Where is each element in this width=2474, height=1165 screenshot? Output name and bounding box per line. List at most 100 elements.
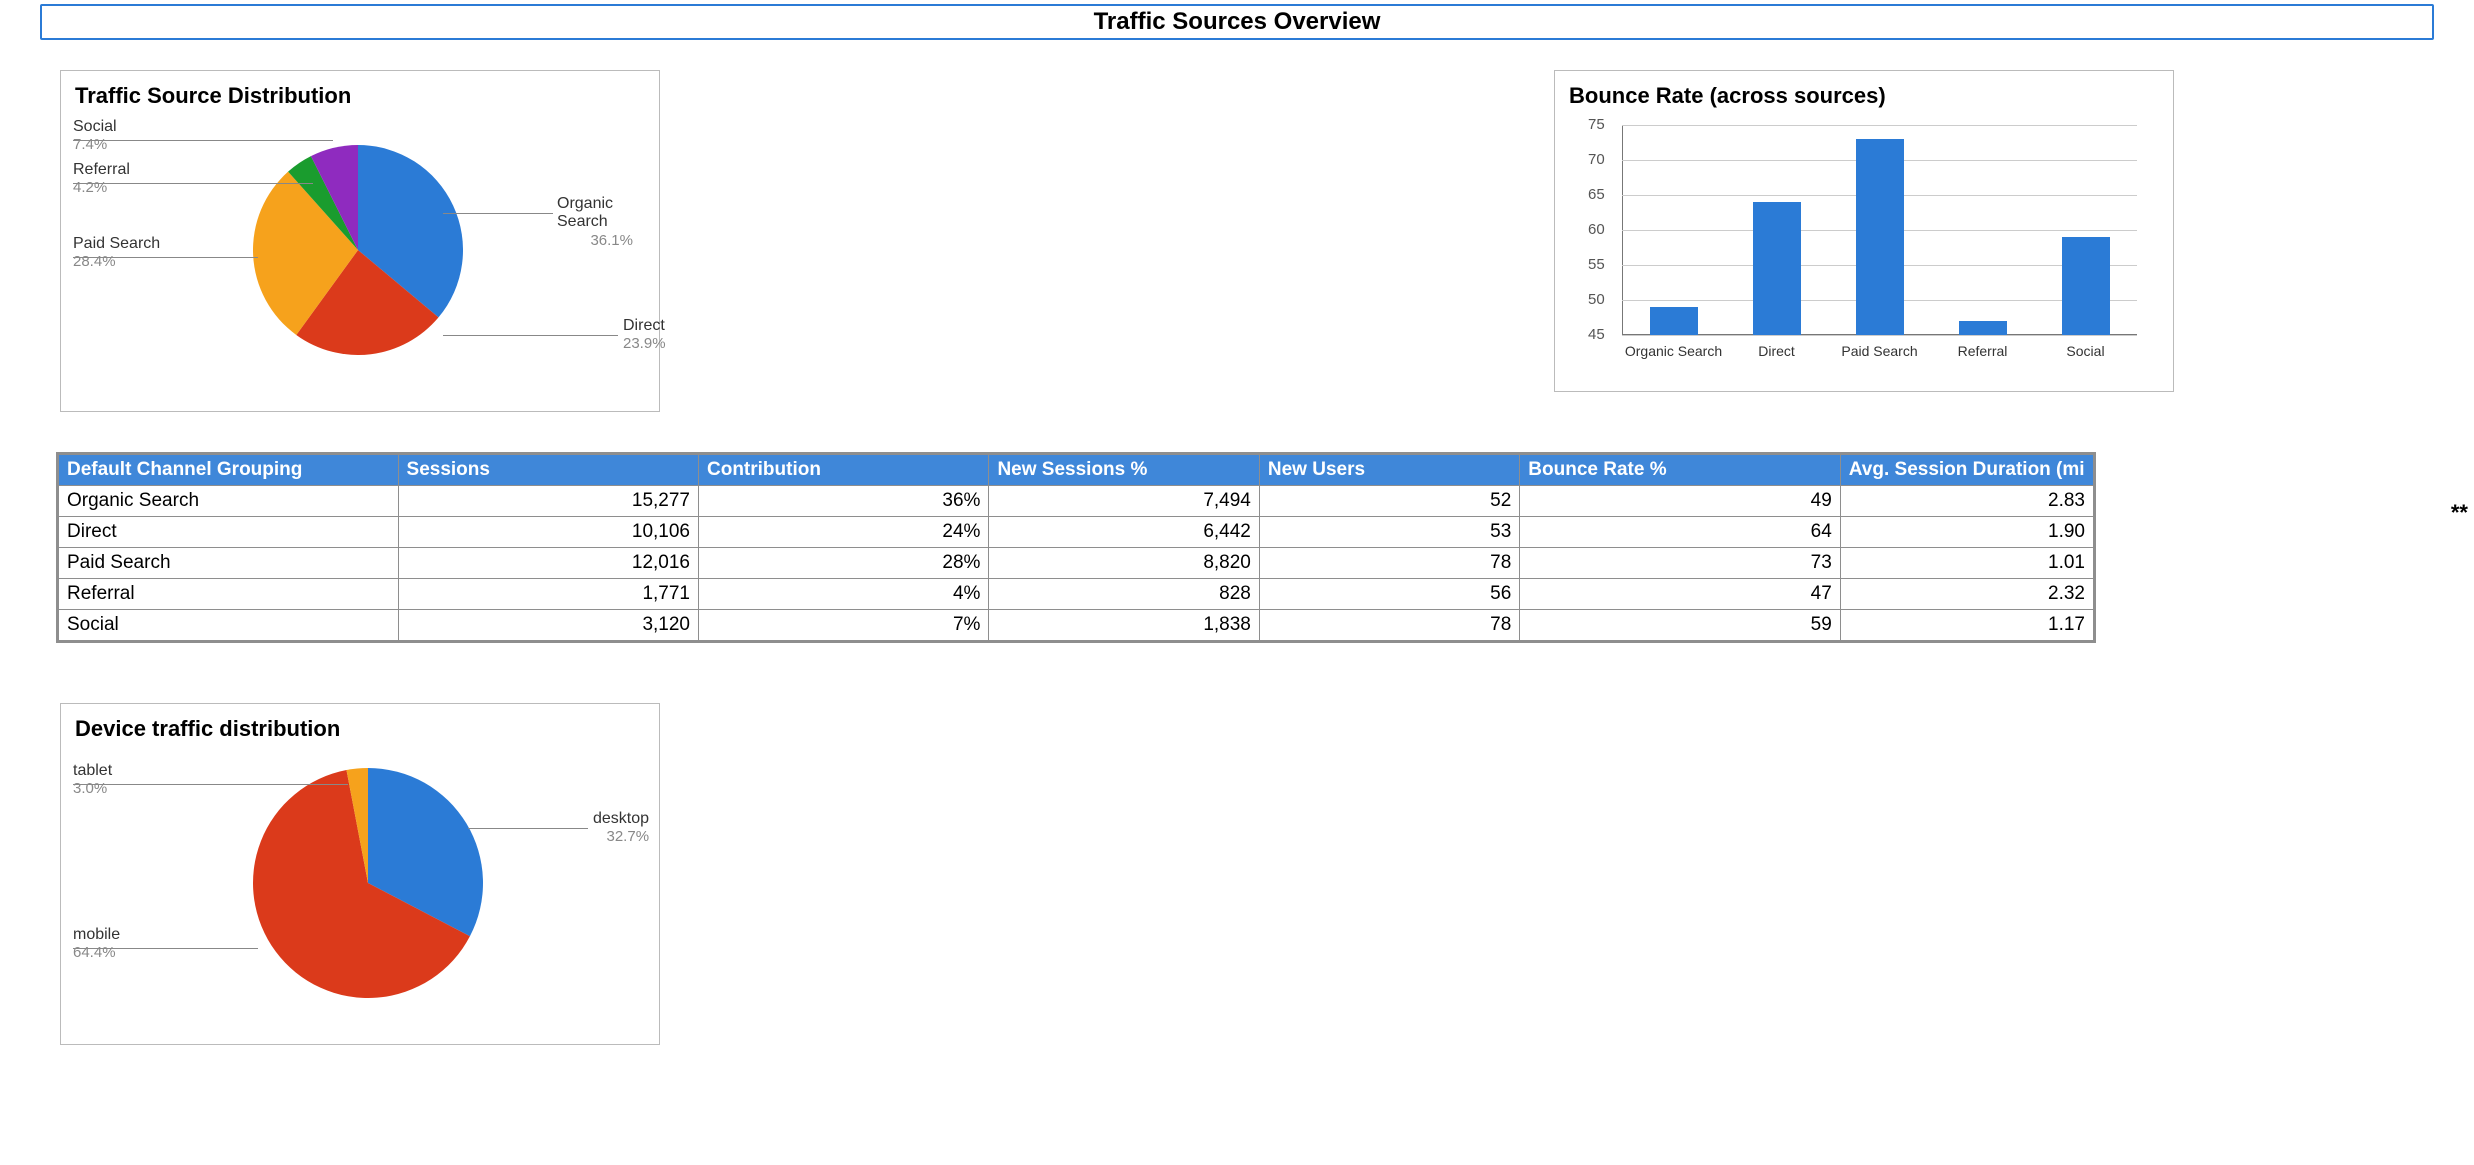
table-cell: 2.32 [1840,579,2094,610]
table-cell: 59 [1520,610,1841,642]
y-tick-label: 70 [1588,151,1605,168]
table-header-cell: Avg. Session Duration (mi [1840,454,2094,486]
table-header-cell: Sessions [398,454,698,486]
y-tick-label: 45 [1588,326,1605,343]
table-cell: 7,494 [989,486,1259,517]
table-cell: 1.01 [1840,548,2094,579]
bounce-rate-bar-chart: 45505560657075Organic SearchDirectPaid S… [1567,115,2147,375]
table-cell: 36% [699,486,989,517]
table-cell: 4% [699,579,989,610]
table-cell: 47 [1520,579,1841,610]
table-header-cell: New Users [1259,454,1519,486]
side-asterisks: ** [2451,500,2468,526]
gridline [1622,125,2137,126]
table-row: Organic Search15,27736%7,49452492.83 [58,486,2095,517]
pie-slice-name: Social [73,118,117,135]
bar [1753,202,1801,335]
pie-label-mobile: mobile 64.4% [73,926,120,963]
bounce-rate-bar-card: Bounce Rate (across sources) 45505560657… [1554,70,2174,392]
table-cell: 2.83 [1840,486,2094,517]
y-tick-label: 60 [1588,221,1605,238]
pie-slice-pct: 64.4% [73,944,116,961]
table-header-cell: Bounce Rate % [1520,454,1841,486]
table-row: Direct10,10624%6,44253641.90 [58,517,2095,548]
traffic-source-pie: Organic Search 36.1% Direct 23.9% Paid S… [73,115,633,395]
channel-table: Default Channel GroupingSessionsContribu… [56,452,2096,643]
y-tick-label: 75 [1588,116,1605,133]
pie-slice-pct: 28.4% [73,253,116,270]
bar [1856,139,1904,335]
table-cell: 828 [989,579,1259,610]
table-row: Referral1,7714%82856472.32 [58,579,2095,610]
table-cell: 10,106 [398,517,698,548]
chart-title: Traffic Source Distribution [75,83,647,109]
table-cell: 53 [1259,517,1519,548]
pie-slice-name: tablet [73,762,112,779]
leader-line [443,335,618,336]
page-title-container: Traffic Sources Overview [40,4,2434,40]
pie-label-social: Social 7.4% [73,118,117,155]
leader-line [468,828,588,829]
table-header-cell: Default Channel Grouping [58,454,399,486]
table-cell: Social [58,610,399,642]
table-cell: 78 [1259,610,1519,642]
x-category-label: Direct [1758,343,1795,359]
traffic-source-pie-card: Traffic Source Distribution Organic Sear… [60,70,660,412]
y-tick-label: 50 [1588,291,1605,308]
table-cell: 7% [699,610,989,642]
table-cell: Paid Search [58,548,399,579]
x-category-label: Organic Search [1625,343,1722,359]
page-title: Traffic Sources Overview [42,8,2432,36]
gridline [1622,335,2137,336]
bar [1650,307,1698,335]
table-cell: 15,277 [398,486,698,517]
pie-slice-pct: 32.7% [607,828,650,845]
table-header-row: Default Channel GroupingSessionsContribu… [58,454,2095,486]
pie-slice-pct: 4.2% [73,179,107,196]
table-cell: 6,442 [989,517,1259,548]
pie-label-organic: Organic Search 36.1% [557,195,633,249]
table-cell: 12,016 [398,548,698,579]
table-cell: 1,771 [398,579,698,610]
pie-label-referral: Referral 4.2% [73,161,130,198]
table-cell: 3,120 [398,610,698,642]
leader-line [73,784,348,785]
chart-title: Device traffic distribution [75,716,647,742]
table-cell: 49 [1520,486,1841,517]
table-cell: Organic Search [58,486,399,517]
table-header-cell: Contribution [699,454,989,486]
pie-label-desktop: desktop 32.7% [593,810,649,846]
table-header-cell: New Sessions % [989,454,1259,486]
pie-slice-name: Direct [623,317,665,334]
pie-slice-pct: 3.0% [73,780,107,797]
pie-chart-svg [253,768,483,998]
table-cell: 1.90 [1840,517,2094,548]
pie-slice-name: Organic Search [557,195,613,230]
x-category-label: Referral [1958,343,2008,359]
table-row: Paid Search12,01628%8,82078731.01 [58,548,2095,579]
x-category-label: Social [2066,343,2104,359]
y-tick-label: 55 [1588,256,1605,273]
pie-slice-pct: 23.9% [623,335,666,352]
table-cell: 1.17 [1840,610,2094,642]
table-cell: 8,820 [989,548,1259,579]
table-cell: Direct [58,517,399,548]
table-row: Social3,1207%1,83878591.17 [58,610,2095,642]
table-cell: 1,838 [989,610,1259,642]
pie-chart-svg [253,145,463,355]
pie-label-direct: Direct 23.9% [623,317,666,353]
pie-slice-name: Referral [73,161,130,178]
pie-label-paid: Paid Search 28.4% [73,235,160,272]
table-cell: 78 [1259,548,1519,579]
x-category-label: Paid Search [1841,343,1917,359]
bar [1959,321,2007,335]
table-cell: 52 [1259,486,1519,517]
table-cell: 73 [1520,548,1841,579]
device-pie: desktop 32.7% mobile 64.4% tablet 3.0% [73,748,633,1028]
table-cell: 28% [699,548,989,579]
table-body: Organic Search15,27736%7,49452492.83Dire… [58,486,2095,642]
table-cell: 64 [1520,517,1841,548]
table-cell: 56 [1259,579,1519,610]
leader-line [443,213,553,214]
pie-slice-name: Paid Search [73,235,160,252]
